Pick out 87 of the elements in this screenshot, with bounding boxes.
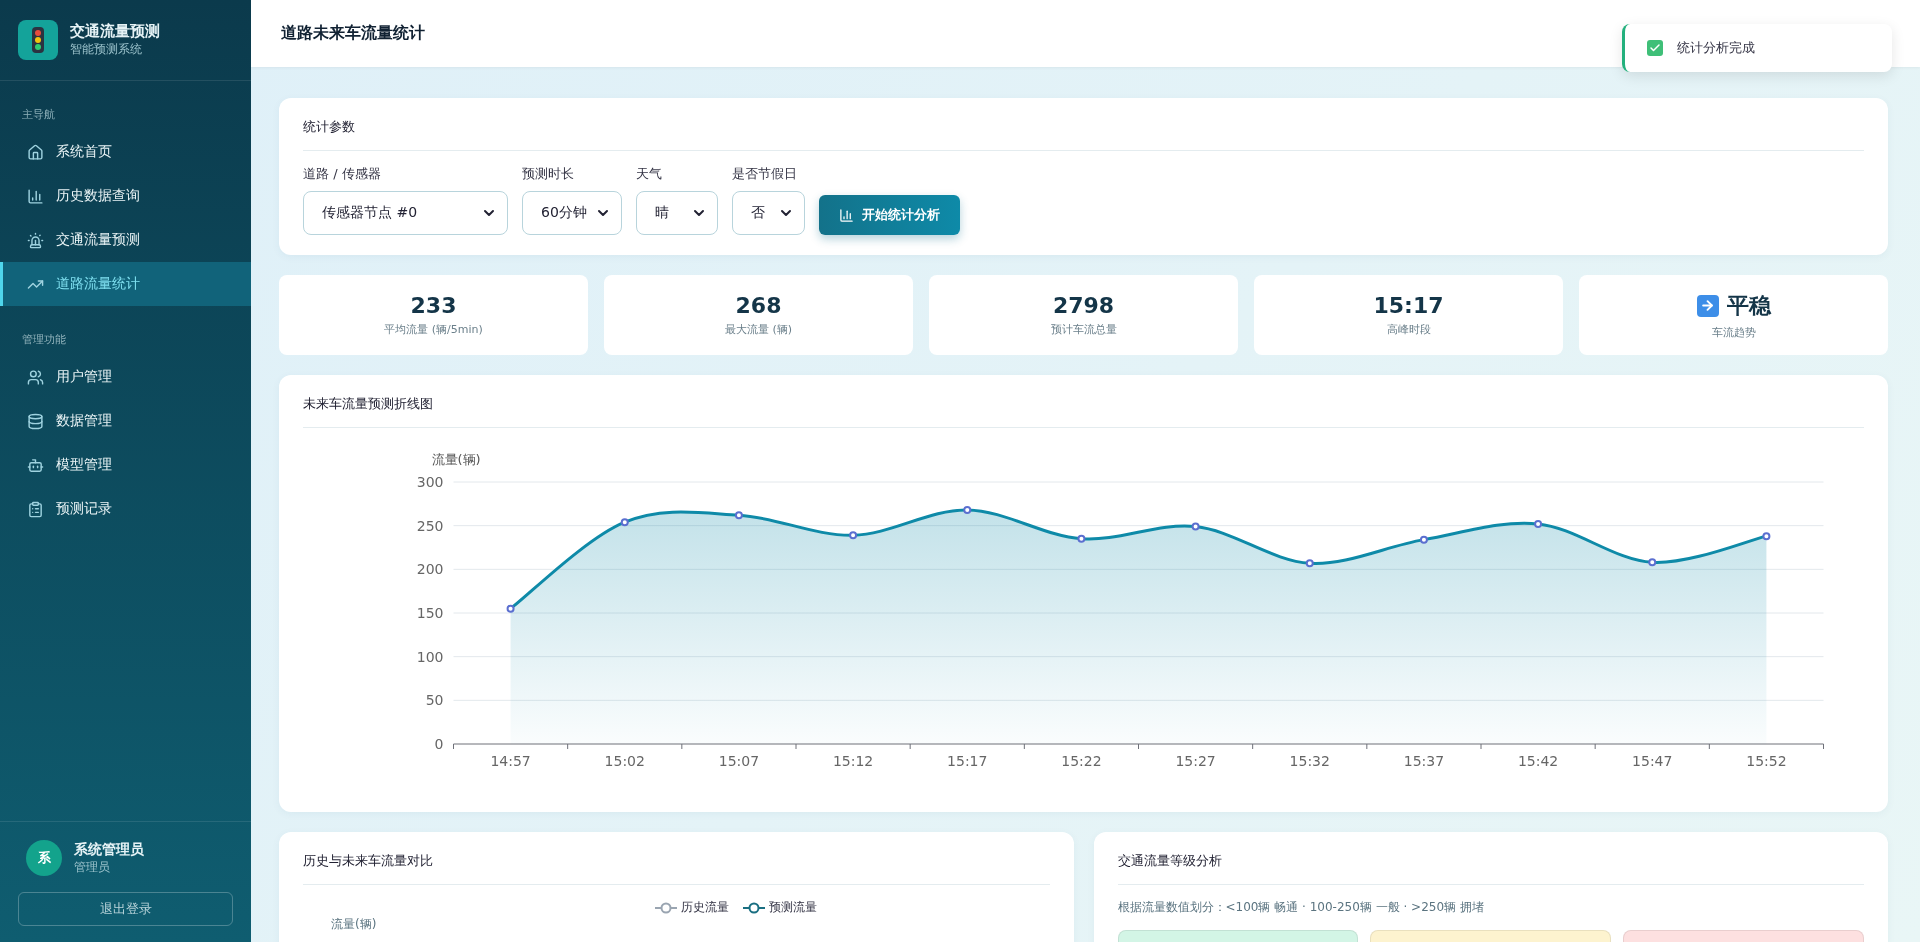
axis-tick-label: 15:42: [1517, 753, 1559, 769]
stat-value: 268: [735, 293, 782, 318]
nav-item[interactable]: 数据管理: [0, 399, 251, 443]
start-analysis-button[interactable]: 开始统计分析: [819, 195, 960, 235]
axis-title: 流量(辆): [331, 916, 378, 933]
axis-tick-label: 15:32: [1289, 753, 1330, 769]
field-label: 预测时长: [522, 165, 575, 183]
nav-item[interactable]: 系统首页: [0, 130, 251, 174]
nav-item[interactable]: 历史数据查询: [0, 174, 251, 218]
axis-tick-label: 15:47: [1632, 753, 1673, 769]
data-point: [849, 531, 858, 540]
data-point: [734, 511, 743, 520]
stat-value: 233: [410, 293, 457, 318]
axis-tick-label: 15:12: [832, 753, 874, 769]
axis-tick-label: 14:57: [490, 753, 531, 769]
nav-item[interactable]: 交通流量预测: [0, 218, 251, 262]
select-field[interactable]: 晴: [636, 191, 718, 235]
user-name: 系统管理员: [74, 840, 144, 859]
select-field[interactable]: 60分钟: [522, 191, 622, 235]
stat-label: 预计车流总量: [1050, 322, 1117, 337]
arrow-right-icon: [1696, 294, 1719, 317]
axis-tick-label: 200: [416, 561, 444, 578]
axis-tick-label: 15:02: [604, 753, 645, 769]
field-label: 是否节假日: [732, 165, 798, 183]
nav-icon: [27, 231, 44, 249]
axis-tick-label: 300: [416, 474, 444, 490]
stat-label: 高峰时段: [1386, 322, 1431, 337]
legend-label[interactable]: 预测流量: [769, 899, 818, 916]
bar-chart-icon: [839, 207, 854, 223]
stat-label: 平均流量 (辆/5min): [384, 322, 483, 337]
logout-button[interactable]: 退出登录: [18, 892, 233, 926]
data-point: [1077, 534, 1086, 543]
legend-label[interactable]: 历史流量: [681, 899, 730, 916]
nav-icon: [27, 500, 44, 518]
check-icon: [1647, 40, 1663, 56]
card-title: 交通流量等级分析: [1117, 852, 1864, 885]
axis-tick-label: 100: [416, 648, 444, 665]
axis-title: 流量(辆): [431, 452, 481, 467]
data-point: [1648, 558, 1657, 567]
axis-tick-label: 15:17: [947, 753, 988, 769]
field-label: 天气: [636, 165, 663, 183]
data-point: [506, 604, 515, 613]
axis-tick-label: 250: [416, 517, 444, 534]
data-point: [1305, 559, 1314, 568]
data-point: [1419, 535, 1428, 544]
nav-icon: [27, 368, 44, 386]
stat-value: 2798: [1052, 293, 1115, 318]
nav-item[interactable]: 道路流量统计: [0, 262, 251, 306]
axis-tick-label: 15:07: [718, 753, 760, 769]
axis-tick-label: 15:27: [1175, 753, 1216, 769]
axis-tick-label: 15:37: [1403, 753, 1445, 769]
axis-tick-label: 0: [434, 736, 444, 752]
nav-icon: [27, 456, 44, 474]
select-field[interactable]: 传感器节点 #0: [303, 191, 508, 235]
traffic-light-logo-icon: [18, 20, 58, 60]
axis-tick-label: 15:22: [1061, 753, 1102, 769]
data-point: [1191, 522, 1200, 531]
nav-item[interactable]: 用户管理: [0, 355, 251, 399]
stat-value: 平稳: [1726, 291, 1771, 320]
app-subtitle: 智能预测系统: [70, 41, 143, 58]
nav-item[interactable]: 预测记录: [0, 487, 251, 531]
level-note: 根据流量数值划分：<100辆 畅通 · 100-250辆 一般 · >250辆 拥堵: [1117, 899, 1485, 916]
nav-icon: [27, 143, 44, 161]
data-point: [963, 505, 972, 514]
data-point: [620, 518, 629, 527]
user-role: 管理员: [74, 858, 111, 876]
stat-value: 15:17: [1373, 293, 1444, 318]
axis-tick-label: 150: [416, 605, 444, 621]
stat-label: 最大流量 (辆): [724, 322, 793, 337]
nav-section-title: 管理功能: [21, 332, 67, 348]
toast-message: 统计分析完成: [1677, 39, 1755, 57]
stat-label: 车流趋势: [1711, 324, 1756, 340]
nav-section-title: 主导航: [21, 107, 56, 123]
axis-tick-label: 50: [425, 692, 444, 709]
nav-item[interactable]: 模型管理: [0, 443, 251, 487]
card-title: 统计参数: [303, 118, 1864, 151]
nav-icon: [27, 187, 44, 205]
data-point: [1762, 532, 1771, 541]
select-field[interactable]: 否: [732, 191, 805, 235]
card-title: 未来车流量预测折线图: [303, 395, 1864, 428]
card-title: 历史与未来车流量对比: [303, 852, 1050, 885]
nav-icon: [27, 412, 44, 430]
field-label: 道路 / 传感器: [303, 165, 382, 183]
app-title: 交通流量预测: [70, 22, 160, 41]
user-avatar: 系: [26, 840, 62, 876]
data-point: [1534, 519, 1543, 528]
axis-tick-label: 15:52: [1746, 753, 1787, 769]
